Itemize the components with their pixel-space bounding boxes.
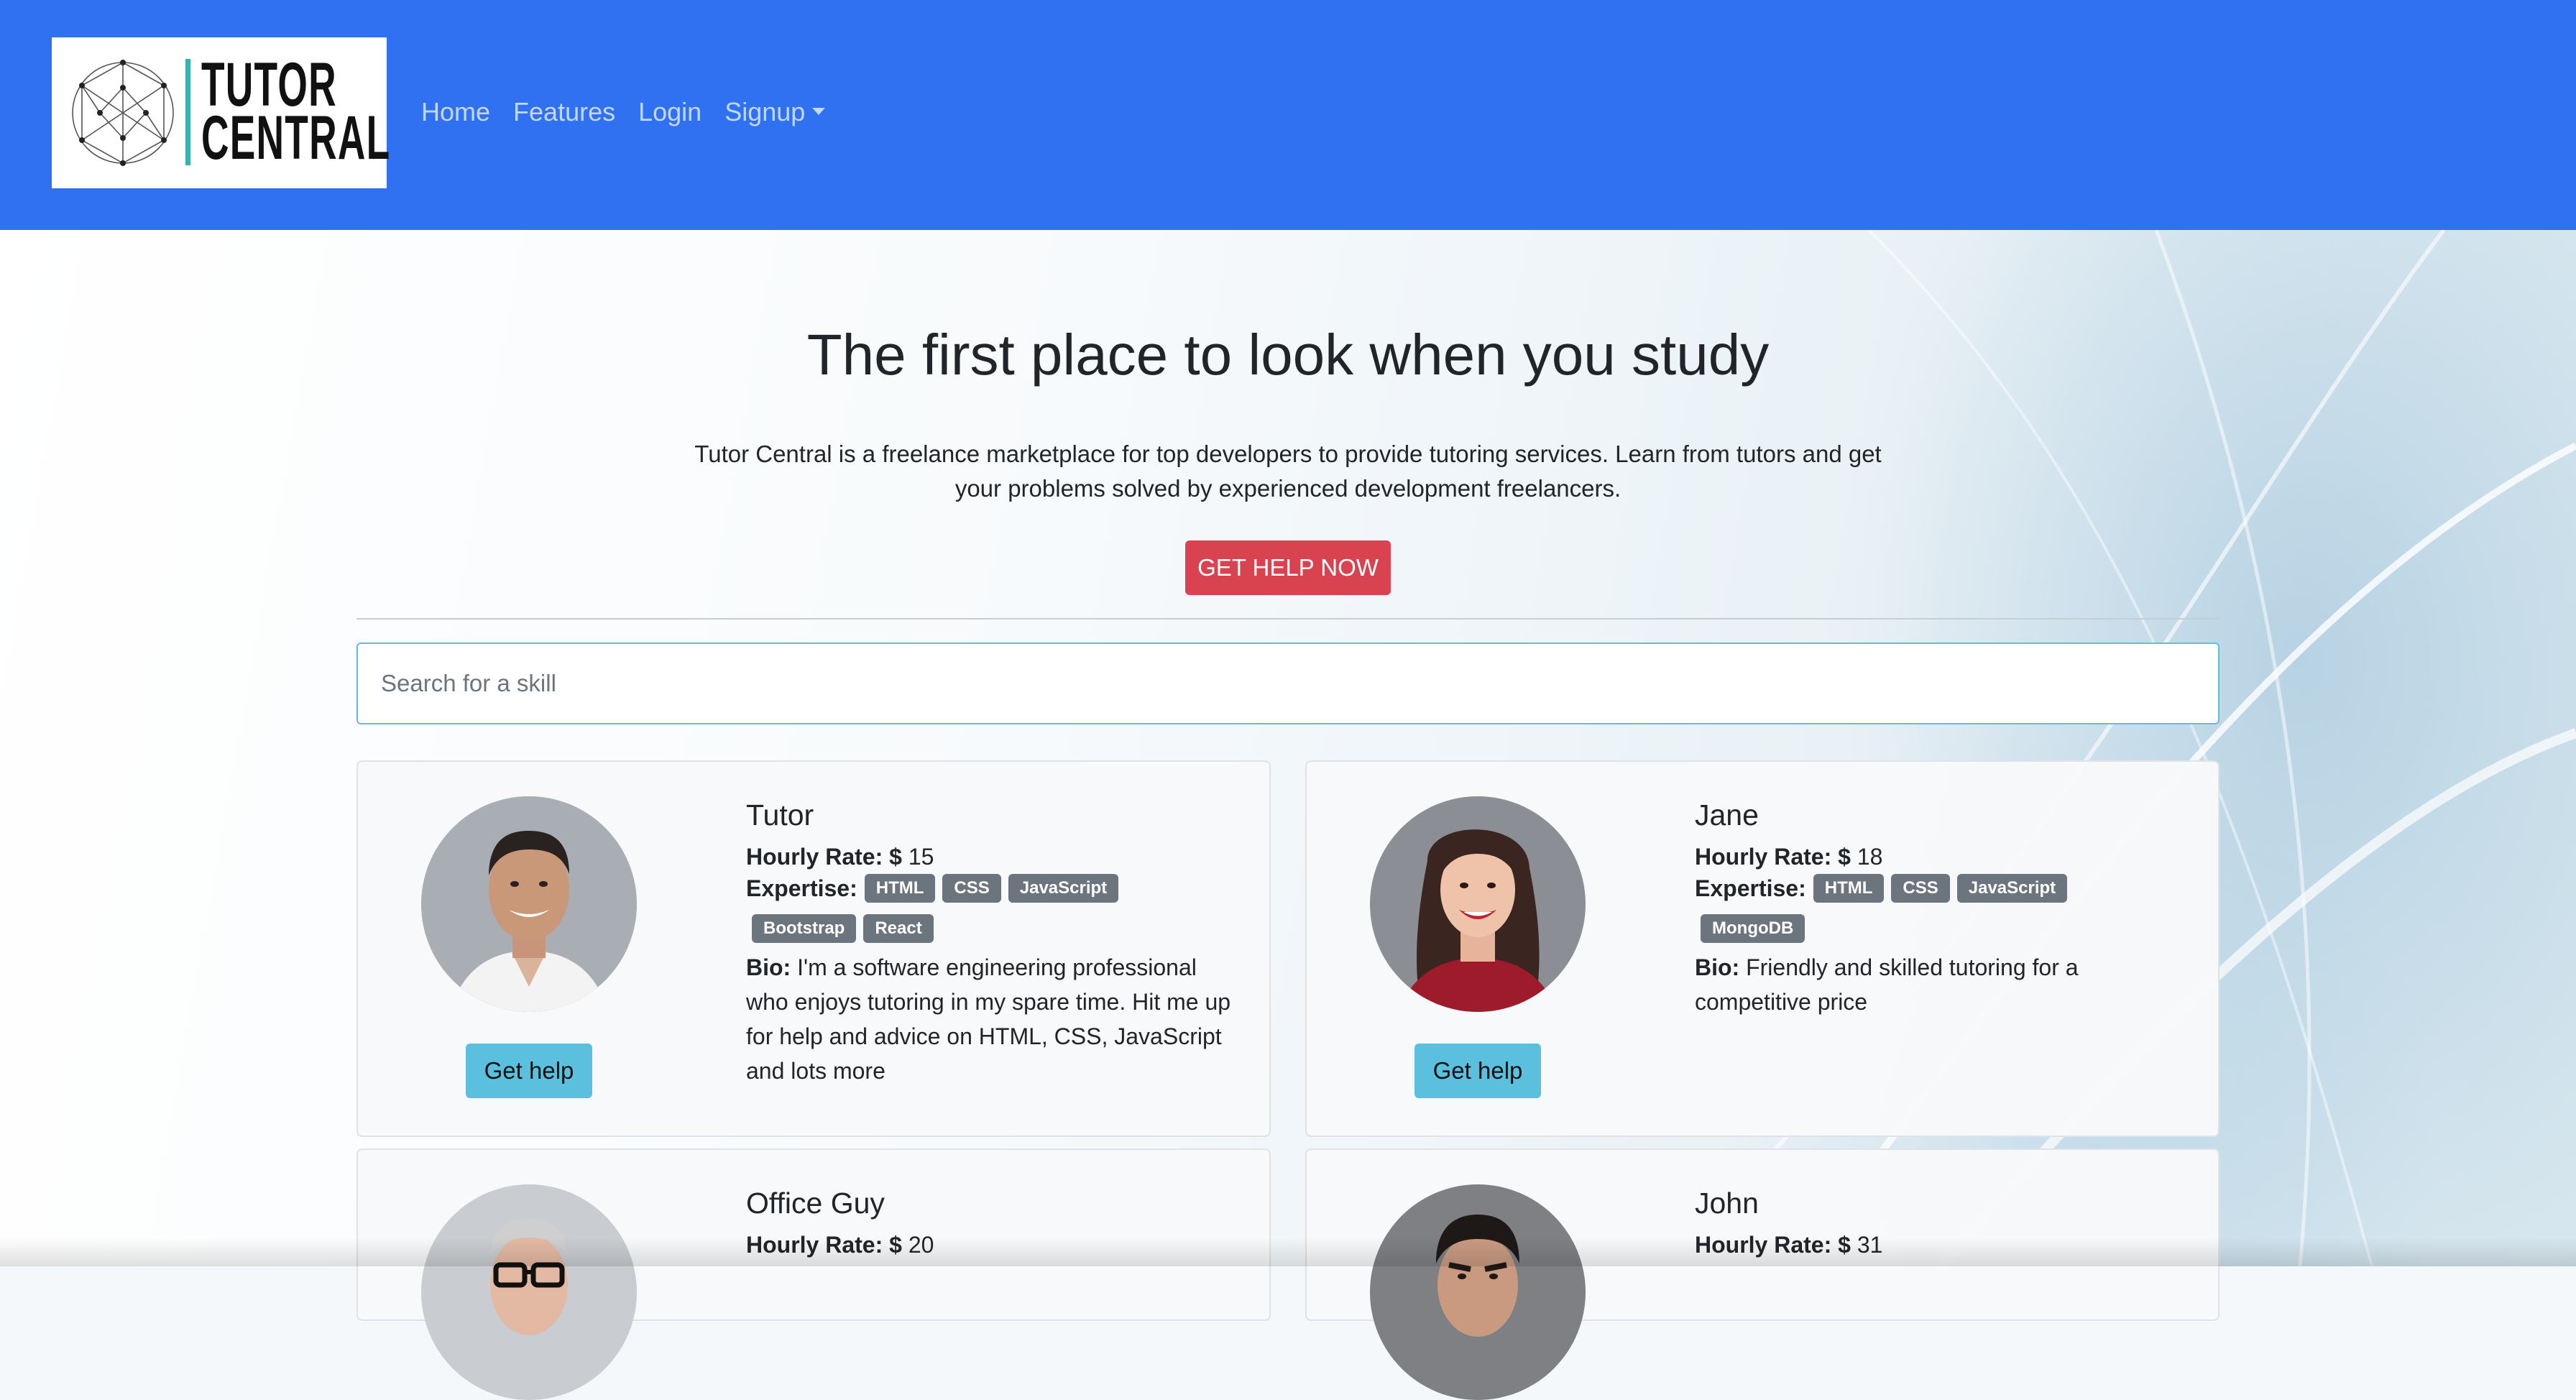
tutor-name: Jane [1695,798,1759,832]
bottom-shadow [0,1238,2576,1266]
get-help-button[interactable]: Get help [1414,1044,1541,1098]
skill-badge: CSS [942,874,1001,903]
hourly-rate-value: 18 [1857,844,1883,870]
geodesic-sphere-icon [72,60,174,166]
tutor-info: Tutor Hourly Rate: $ 15 Expertise: HTML … [746,795,1235,1088]
avatar [1370,1184,1586,1400]
expertise-label: Expertise: [746,875,857,901]
hourly-rate-label: Hourly Rate: [746,844,883,870]
skill-badge: React [863,914,934,943]
chevron-down-icon [812,108,826,115]
expertise-label: Expertise: [1695,875,1806,901]
skill-badge: MongoDB [1701,914,1806,943]
tutor-bio: Bio: Friendly and skilled tutoring for a… [1695,950,2184,1019]
logo-divider [185,59,190,165]
currency-symbol: $ [889,844,902,870]
tutor-bio: Bio: I'm a software engineering professi… [746,950,1235,1088]
divider [356,618,2220,620]
bio-text: Friendly and skilled tutoring for a comp… [1695,954,2079,1015]
tutor-info: Jane Hourly Rate: $ 18 Expertise: HTML C… [1695,795,2184,1019]
tutor-card: Office Guy Hourly Rate: $ 20 [356,1148,1271,1400]
bio-label: Bio: [746,954,791,980]
hourly-rate-value: 15 [908,844,934,870]
skill-badge: JavaScript [1956,874,2068,903]
skill-search-input[interactable] [356,643,2220,724]
skill-badge: Bootstrap [752,914,857,943]
nav-links: Home Features Login Signup [421,93,826,131]
skill-badge: HTML [1813,874,1885,903]
page-title: The first place to look when you study [806,323,1770,387]
avatar [421,1184,637,1400]
get-help-now-button[interactable]: GET HELP NOW [1185,540,1391,595]
skill-badge: JavaScript [1008,874,1119,903]
brand-logo[interactable]: TUTOR CENTRAL [52,37,391,188]
hourly-rate-label: Hourly Rate: [1695,844,1832,870]
nav-signup-label: Signup [724,97,806,126]
skill-badge: HTML [864,874,936,903]
hourly-rate: Hourly Rate: $ 18 [1695,839,2184,874]
expertise-list: Expertise: HTML CSS JavaScript MongoDB [1695,874,2184,943]
hourly-rate: Hourly Rate: $ 15 [746,839,1235,874]
currency-symbol: $ [1838,844,1851,870]
navbar: TUTOR CENTRAL Home Features Login Signup [0,0,2576,230]
logo-word-2: CENTRAL [201,103,391,172]
tutor-name: Tutor [746,798,814,832]
tutor-name: Office Guy [746,1187,885,1220]
nav-login[interactable]: Login [638,93,702,131]
nav-features[interactable]: Features [513,93,615,131]
get-help-button[interactable]: Get help [466,1044,592,1098]
tutor-card: Get help Tutor Hourly Rate: $ 15 Experti… [356,760,1271,1137]
bio-label: Bio: [1695,954,1740,980]
nav-signup-dropdown[interactable]: Signup [724,93,826,131]
avatar [1370,796,1586,1012]
avatar [421,796,637,1012]
bio-text: I'm a software engineering professional … [746,954,1231,1084]
tutor-card: John Hourly Rate: $ 31 [1305,1148,2220,1400]
skill-badge: CSS [1891,874,1950,903]
expertise-list: Expertise: HTML CSS JavaScript Bootstrap… [746,874,1235,943]
nav-home[interactable]: Home [421,93,490,131]
hero-description: Tutor Central is a freelance marketplace… [694,441,1882,502]
tutor-name: John [1695,1187,1759,1220]
tutor-card: Get help Jane Hourly Rate: $ 18 Expertis… [1305,760,2220,1137]
